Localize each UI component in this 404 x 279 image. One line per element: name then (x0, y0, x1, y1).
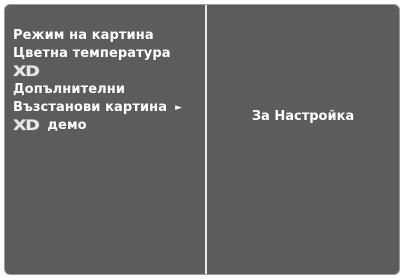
xd-logo-icon: XD (13, 64, 40, 80)
menu-item-picture-mode[interactable]: Режим на картина (13, 27, 182, 45)
menu-item-label: Цветна температура (13, 46, 171, 61)
picture-menu-list: Режим на картина Цветна температура XD Д… (13, 27, 182, 135)
menu-item-xd[interactable]: XD (13, 63, 182, 81)
submenu-panel: За Настройка (207, 5, 399, 274)
menu-item-label: демо (47, 118, 87, 133)
menu-item-label: Режим на картина (13, 28, 154, 43)
menu-item-color-temperature[interactable]: Цветна температура (13, 45, 182, 63)
menu-item-advanced[interactable]: Допълнителни (13, 81, 182, 99)
menu-item-xd-demo[interactable]: XD демо (13, 117, 182, 135)
arrow-right-icon: ► (175, 103, 183, 113)
menu-item-picture-reset[interactable]: Възстанови картина ► (13, 99, 182, 117)
screen: Режим на картина Цветна температура XD Д… (0, 0, 404, 279)
menu-panel: Режим на картина Цветна температура XD Д… (5, 5, 205, 274)
menu-item-label: Възстанови картина (13, 100, 168, 115)
menu-item-label: Допълнителни (13, 82, 126, 97)
submenu-option-to-set[interactable]: За Настройка (207, 108, 399, 126)
xd-logo-icon: XD (13, 118, 40, 134)
picture-menu-osd: Режим на картина Цветна температура XD Д… (4, 4, 400, 275)
